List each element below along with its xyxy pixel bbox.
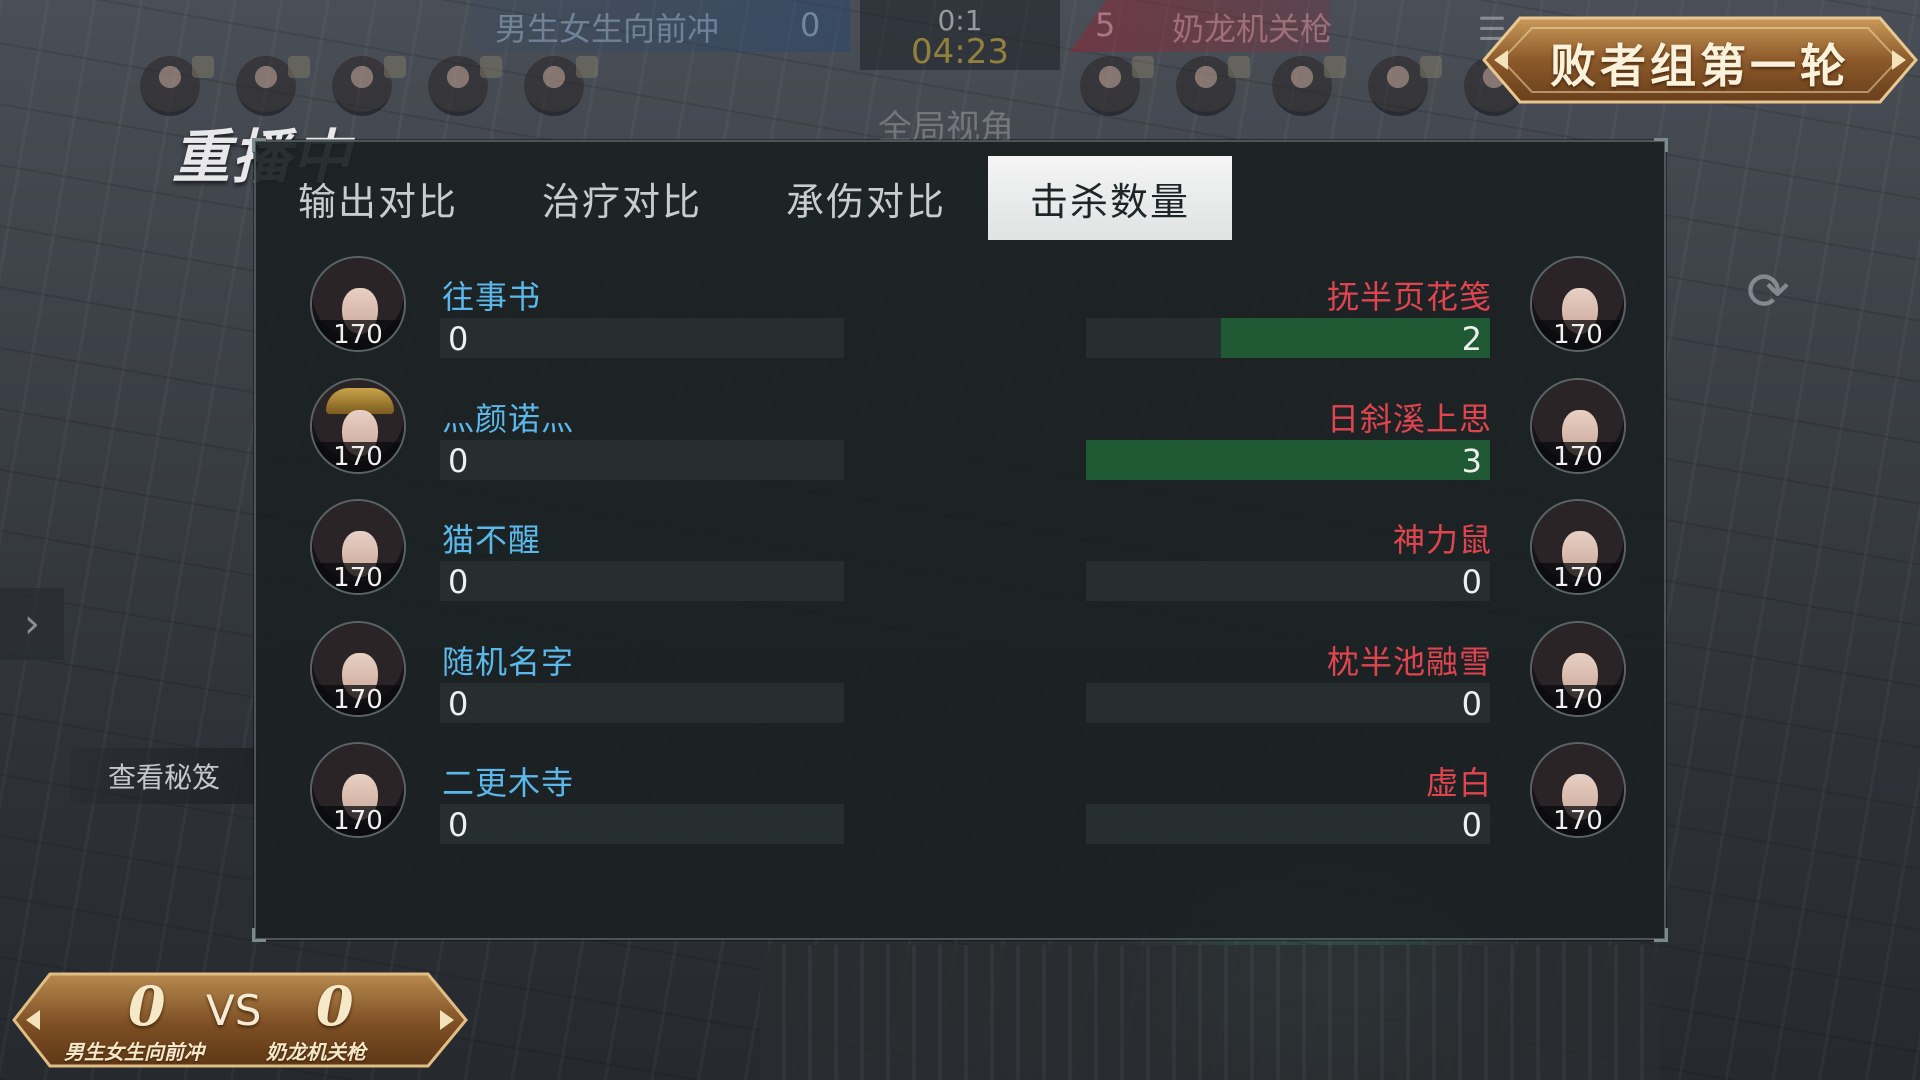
kill-bar: 0	[440, 318, 844, 358]
panel-corner	[252, 928, 266, 942]
player-rows: 170 往事书 0 2 抚半页花笺 170 170 灬颜诺灬 0 3 日斜溪上思…	[256, 254, 1664, 862]
kill-bar: 0	[1086, 682, 1490, 723]
stats-panel: 输出对比 治疗对比 承伤对比 击杀数量 170 往事书 0 2 抚半页花笺 17…	[252, 138, 1668, 942]
panel-corner	[252, 138, 266, 152]
kill-count: 0	[448, 441, 469, 480]
player-row: 170 灬颜诺灬 0 3 日斜溪上思 170	[256, 376, 1664, 498]
player-level: 170	[312, 806, 404, 836]
match-clock: 04:23	[911, 32, 1009, 72]
team-left-portraits	[140, 56, 598, 118]
player-level: 170	[312, 563, 404, 593]
panel-corner	[1654, 928, 1668, 942]
kill-count: 0	[448, 563, 469, 601]
kill-bar: 0	[440, 804, 844, 844]
stats-tabs: 输出对比 治疗对比 承伤对比 击杀数量	[256, 156, 1232, 240]
player-avatar[interactable]: 170	[310, 499, 406, 595]
panel-corner	[1654, 138, 1668, 152]
player-portrait-icon[interactable]	[1080, 56, 1154, 116]
player-name: 随机名字	[442, 642, 575, 681]
vs-score-right: 0	[316, 974, 354, 1038]
player-row: 170 随机名字 0 0 枕半池融雪 170	[256, 619, 1664, 741]
player-name: 日斜溪上思	[1326, 399, 1492, 438]
player-level: 170	[312, 684, 404, 715]
kill-bar: 0	[440, 682, 844, 723]
player-level: 170	[1532, 441, 1624, 472]
player-row: 170 往事书 0 2 抚半页花笺 170	[256, 254, 1664, 376]
kill-bar: 2	[1086, 318, 1490, 358]
team-right-score: 5	[1095, 6, 1116, 44]
player-level: 170	[312, 320, 404, 350]
player-avatar[interactable]: 170	[1530, 742, 1626, 838]
kill-count: 3	[1461, 441, 1482, 480]
tab-damage-taken[interactable]: 承伤对比	[744, 156, 988, 240]
kill-bar-fill	[1086, 439, 1490, 480]
player-level: 170	[312, 441, 404, 472]
player-avatar[interactable]: 170	[1530, 256, 1626, 352]
player-portrait-icon[interactable]	[1368, 56, 1442, 116]
switch-view-icon[interactable]: ⟳	[1736, 260, 1800, 324]
player-level: 170	[1532, 806, 1624, 836]
player-avatar[interactable]: 170	[310, 742, 406, 838]
kill-count: 2	[1461, 320, 1482, 358]
vs-banner: 0 VS 0 男生女生向前冲 奶龙机关枪	[10, 970, 470, 1070]
team-right-name: 奶龙机关枪	[1172, 10, 1333, 48]
player-name: 猫不醒	[442, 521, 542, 559]
player-portrait-icon[interactable]	[332, 56, 406, 116]
match-clock-box: 0:1 04:23	[860, 0, 1060, 70]
kill-bar: 0	[440, 439, 844, 480]
team-left-name: 男生女生向前冲	[495, 10, 720, 48]
kill-count: 0	[1461, 563, 1482, 601]
kill-count: 0	[448, 684, 469, 723]
view-tips-button[interactable]: 查看秘笈	[70, 748, 258, 804]
vs-label: VS	[206, 986, 262, 1035]
kill-bar: 3	[1086, 439, 1490, 480]
stage-title: 败者组第一轮	[1550, 39, 1850, 93]
vs-score-left: 0	[128, 974, 166, 1038]
team-left-score: 0	[800, 6, 821, 44]
player-level: 170	[1532, 320, 1624, 350]
vs-team-right: 奶龙机关枪	[266, 1040, 366, 1064]
team-right-portraits	[1080, 56, 1538, 118]
player-name: 二更木寺	[442, 764, 575, 802]
player-portrait-icon[interactable]	[428, 56, 502, 116]
player-portrait-icon[interactable]	[236, 56, 310, 116]
player-avatar[interactable]: 170	[1530, 620, 1626, 717]
player-name: 灬颜诺灬	[442, 399, 575, 438]
kill-bar: 0	[1086, 804, 1490, 844]
kill-count: 0	[448, 320, 469, 358]
tab-damage[interactable]: 输出对比	[256, 156, 500, 240]
player-name: 神力鼠	[1392, 521, 1492, 559]
player-portrait-icon[interactable]	[1176, 56, 1250, 116]
vs-team-left: 男生女生向前冲	[64, 1040, 204, 1064]
player-avatar[interactable]: 170	[310, 620, 406, 717]
tab-healing[interactable]: 治疗对比	[500, 156, 744, 240]
player-row: 170 二更木寺 0 0 虚白 170	[256, 740, 1664, 862]
player-portrait-icon[interactable]	[1272, 56, 1346, 116]
player-name: 抚半页花笺	[1326, 278, 1492, 316]
scene-floor	[760, 945, 1660, 1080]
kill-count: 0	[1461, 806, 1482, 844]
player-avatar[interactable]: 170	[1530, 499, 1626, 595]
kill-bar: 0	[440, 561, 844, 601]
player-avatar[interactable]: 170	[310, 377, 406, 474]
kill-bar: 0	[1086, 561, 1490, 601]
player-name: 往事书	[442, 278, 542, 316]
player-name: 枕半池融雪	[1326, 642, 1492, 681]
player-level: 170	[1532, 563, 1624, 593]
player-avatar[interactable]: 170	[1530, 377, 1626, 474]
player-name: 虚白	[1425, 764, 1492, 802]
expand-arrow-icon[interactable]: ›	[0, 588, 64, 660]
player-row: 170 猫不醒 0 0 神力鼠 170	[256, 497, 1664, 619]
kill-count: 0	[1461, 684, 1482, 723]
player-portrait-icon[interactable]	[140, 56, 214, 116]
kill-bar-fill	[1220, 318, 1490, 358]
player-avatar[interactable]: 170	[310, 256, 406, 352]
player-portrait-icon[interactable]	[524, 56, 598, 116]
player-level: 170	[1532, 684, 1624, 715]
tab-kills[interactable]: 击杀数量	[988, 156, 1232, 240]
stage-banner: 败者组第一轮	[1480, 12, 1920, 108]
kill-count: 0	[448, 806, 469, 844]
